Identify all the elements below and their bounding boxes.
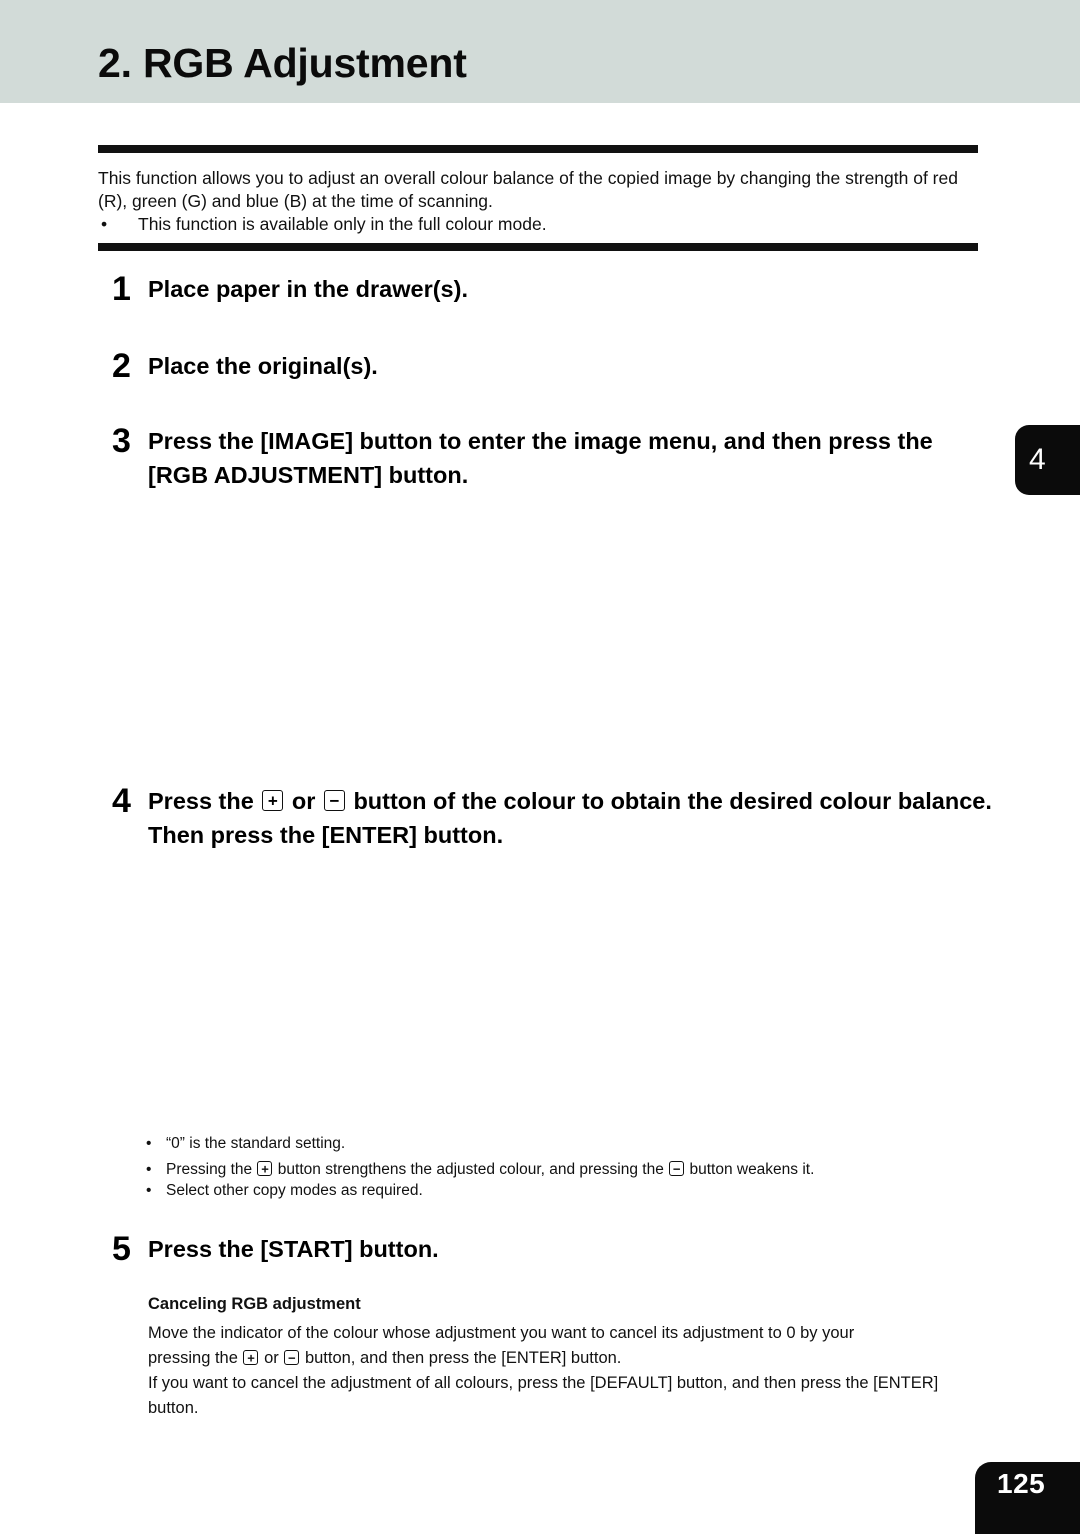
canceling-para-2-part-2: or — [264, 1349, 279, 1367]
page-number-label: 125 — [997, 1468, 1046, 1499]
canceling-paragraph-3: If you want to cancel the adjustment of … — [148, 1374, 939, 1417]
minus-key-icon: − — [669, 1161, 685, 1177]
step-1-number: 1 — [112, 270, 131, 308]
canceling-para-2-part-3: button, and then press the [ENTER] butto… — [304, 1349, 622, 1367]
step-3: 3 Press the [IMAGE] button to enter the … — [112, 424, 992, 492]
step-4-text: Press the + or − button of the colour to… — [148, 784, 992, 852]
note-3-text: Select other copy modes as required. — [166, 1182, 423, 1199]
bullet-icon: • — [146, 1161, 152, 1178]
divider-bottom — [98, 243, 978, 251]
plus-key-glyph: + — [247, 1350, 255, 1366]
bullet-icon: • — [146, 1182, 152, 1199]
canceling-section: Canceling RGB adjustment Move the indica… — [148, 1292, 993, 1421]
bullet-icon: • — [101, 214, 108, 234]
intro-bullet-item: • This function is available only in the … — [98, 213, 988, 236]
canceling-paragraph-1: Move the indicator of the colour whose a… — [148, 1324, 855, 1342]
step-4: 4 Press the + or − button of the colour … — [112, 784, 992, 852]
intro-paragraph: This function allows you to adjust an ov… — [98, 168, 958, 211]
note-item-1: • “0” is the standard setting. — [146, 1133, 1006, 1154]
plus-key-glyph: + — [267, 791, 278, 811]
step-4-text-part-1: Press the — [148, 788, 254, 814]
minus-key-glyph: − — [672, 1161, 681, 1177]
plus-key-icon: + — [257, 1161, 273, 1177]
step-3-number: 3 — [112, 422, 131, 460]
minus-key-icon: − — [323, 790, 345, 812]
plus-key-icon: + — [243, 1350, 259, 1366]
notes-section: • “0” is the standard setting. • Pressing … — [146, 1133, 1006, 1201]
canceling-heading: Canceling RGB adjustment — [148, 1295, 361, 1313]
page-number-tab: 125 — [975, 1462, 1080, 1534]
chapter-tab-label: 4 — [1029, 443, 1046, 476]
step-5-number: 5 — [112, 1230, 131, 1268]
canceling-para-2-part-1: pressing the — [148, 1349, 238, 1367]
step-4-text-part-2: or — [291, 788, 316, 814]
note-2-part-1: Pressing the — [166, 1161, 253, 1178]
step-4-number: 4 — [112, 782, 131, 820]
plus-key-glyph: + — [261, 1161, 269, 1177]
chapter-tab: 4 — [1015, 425, 1080, 495]
bullet-icon: • — [146, 1135, 152, 1152]
minus-key-icon: − — [284, 1350, 300, 1366]
intro-section: This function allows you to adjust an ov… — [98, 167, 988, 236]
step-1: 1 Place paper in the drawer(s). — [112, 272, 992, 306]
step-5: 5 Press the [START] button. — [112, 1232, 992, 1266]
step-5-text: Press the [START] button. — [148, 1236, 439, 1262]
plus-key-icon: + — [262, 790, 284, 812]
divider-top — [98, 145, 978, 153]
note-1-text: “0” is the standard setting. — [166, 1135, 346, 1152]
step-2-text: Place the original(s). — [148, 353, 378, 379]
minus-key-glyph: − — [329, 791, 340, 811]
step-2: 2 Place the original(s). — [112, 349, 992, 383]
page-title: 2. RGB Adjustment — [98, 40, 467, 86]
step-1-text: Place paper in the drawer(s). — [148, 276, 468, 302]
step-2-number: 2 — [112, 347, 131, 385]
note-2-part-3: button weakens it. — [689, 1161, 815, 1178]
note-2-part-2: button strengthens the adjusted colour, … — [277, 1161, 664, 1178]
minus-key-glyph: − — [288, 1350, 296, 1366]
intro-bullet-text: This function is available only in the f… — [138, 214, 547, 234]
note-item-2: • Pressing the + button strengthens the a… — [146, 1159, 1006, 1180]
note-item-3: • Select other copy modes as required. — [146, 1180, 1006, 1201]
canceling-paragraph-2: pressing the + or − button, and then pre… — [148, 1346, 993, 1371]
step-3-text: Press the [IMAGE] button to enter the im… — [148, 428, 933, 488]
